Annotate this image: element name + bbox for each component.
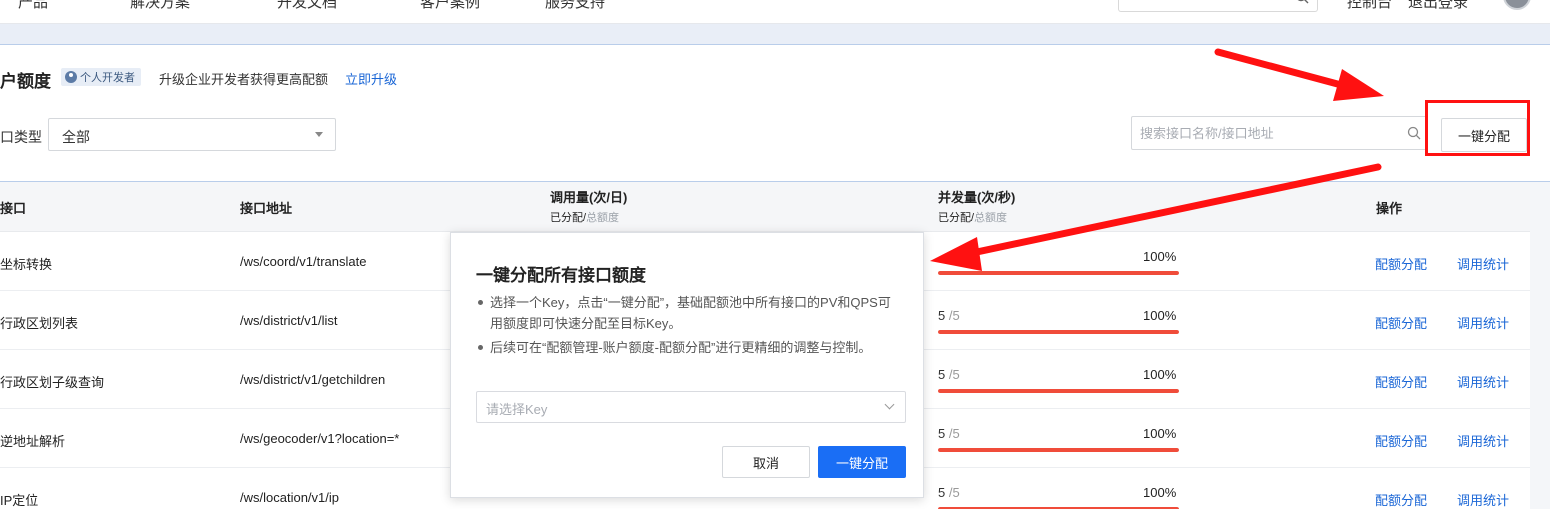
api-name: IP定位: [0, 493, 39, 508]
quota-count: 5 /5: [938, 485, 960, 500]
calls-sub-allocated: 已分配/: [550, 212, 587, 224]
quota-total: /5: [948, 308, 960, 323]
allocate-link[interactable]: 配额分配: [1375, 313, 1427, 332]
upgrade-hint: 升级企业开发者获得更高配额: [159, 72, 329, 87]
quota-percent: 100%: [1143, 308, 1177, 323]
quota-progress-bar: [938, 389, 1179, 393]
annotation-highlight-box: [1425, 100, 1530, 156]
api-type-value: 全部: [62, 129, 90, 145]
quota-progress-fill: [938, 448, 1179, 452]
top-navigation: 产品 解决方案 开发文档 客户案例 服务支持 控制台 退出登录: [0, 0, 1550, 24]
api-address: /ws/district/v1/list: [240, 313, 338, 328]
quota-progress-bar: [938, 330, 1179, 334]
allocate-link[interactable]: 配额分配: [1375, 372, 1427, 391]
api-search-input[interactable]: [1140, 124, 1400, 142]
cancel-button[interactable]: 取消: [722, 446, 810, 478]
chevron-down-icon: [884, 399, 895, 410]
nav-item-docs[interactable]: 开发文档: [277, 0, 337, 12]
allocate-link[interactable]: 配额分配: [1375, 431, 1427, 450]
confirm-allocate-button[interactable]: 一键分配: [818, 446, 906, 478]
upgrade-link[interactable]: 立即升级: [345, 69, 397, 88]
nav-item-support[interactable]: 服务支持: [545, 0, 605, 12]
header-conc-sub: 已分配/总额度: [938, 209, 1007, 225]
api-address: /ws/coord/v1/translate: [240, 254, 367, 269]
quota-allocated: 5: [938, 308, 946, 323]
user-icon: [65, 71, 77, 83]
quota-percent: 100%: [1143, 367, 1177, 382]
logout-link[interactable]: 退出登录: [1408, 0, 1468, 12]
header-ops: 操作: [1376, 201, 1403, 216]
stats-link[interactable]: 调用统计: [1457, 254, 1509, 273]
table-header: 接口 接口地址 调用量(次/日) 已分配/总额度 并发量(次/秒) 已分配/总额…: [0, 182, 1530, 232]
quota-allocated: 5: [938, 485, 946, 500]
avatar[interactable]: [1503, 0, 1531, 10]
quota-allocated: 5: [938, 426, 946, 441]
header-calls: 调用量(次/日): [550, 190, 628, 205]
nav-item-solutions[interactable]: 解决方案: [130, 0, 190, 12]
quota-progress-bar: [938, 448, 1179, 452]
stats-link[interactable]: 调用统计: [1457, 431, 1509, 450]
allocate-link[interactable]: 配额分配: [1375, 254, 1427, 273]
api-name: 行政区划子级查询: [0, 375, 105, 390]
global-search-input[interactable]: [1118, 0, 1318, 12]
quota-percent: 100%: [1143, 249, 1177, 264]
page-background-band: [0, 24, 1550, 44]
search-icon[interactable]: [1407, 126, 1421, 140]
quota-count: 5 /5: [938, 426, 960, 441]
stats-link[interactable]: 调用统计: [1457, 372, 1509, 391]
quota-card: 户额度 个人开发者 升级企业开发者获得更高配额 立即升级 口类型 全部 一键分配: [0, 44, 1550, 182]
api-name: 逆地址解析: [0, 434, 66, 449]
quota-progress-bar: [938, 271, 1179, 275]
page-title: 户额度: [0, 72, 51, 91]
dialog-hint-1: 选择一个Key，点击“一键分配”，基础配额池中所有接口的PV和QPS可用额度即可…: [476, 292, 896, 334]
allocate-link[interactable]: 配额分配: [1375, 490, 1427, 509]
nav-item-cases[interactable]: 客户案例: [420, 0, 480, 12]
api-name: 坐标转换: [0, 257, 53, 272]
caret-down-icon: [315, 132, 323, 137]
dialog-title: 一键分配所有接口额度: [476, 266, 646, 285]
conc-sub-total: 总额度: [974, 212, 1008, 224]
api-address: /ws/geocoder/v1?location=*: [240, 431, 400, 446]
quota-count: 5 /5: [938, 367, 960, 382]
one-click-allocate-dialog: 一键分配所有接口额度 选择一个Key，点击“一键分配”，基础配额池中所有接口的P…: [450, 232, 924, 498]
developer-badge-label: 个人开发者: [80, 72, 135, 84]
quota-percent: 100%: [1143, 426, 1177, 441]
header-api: 接口: [0, 201, 27, 216]
console-link[interactable]: 控制台: [1347, 0, 1392, 12]
quota-allocated: 5: [938, 367, 946, 382]
key-select[interactable]: 请选择Key: [476, 391, 906, 423]
api-type-select[interactable]: 全部: [48, 118, 336, 151]
calls-sub-total: 总额度: [586, 212, 620, 224]
quota-progress-fill: [938, 389, 1179, 393]
api-address: /ws/location/v1/ip: [240, 490, 339, 505]
key-select-placeholder: 请选择Key: [486, 402, 548, 417]
dialog-hint-2: 后续可在“配额管理-账户额度-配额分配”进行更精细的调整与控制。: [476, 337, 896, 358]
api-name: 行政区划列表: [0, 316, 79, 331]
api-type-label: 口类型: [0, 129, 42, 145]
header-address: 接口地址: [240, 201, 293, 216]
stats-link[interactable]: 调用统计: [1457, 313, 1509, 332]
quota-total: /5: [948, 485, 960, 500]
search-icon[interactable]: [1295, 0, 1309, 4]
quota-total: /5: [948, 426, 960, 441]
quota-count: 5 /5: [938, 308, 960, 323]
developer-badge: 个人开发者: [61, 68, 141, 86]
nav-item-products[interactable]: 产品: [18, 0, 48, 12]
api-address: /ws/district/v1/getchildren: [240, 372, 386, 387]
quota-total: /5: [948, 367, 960, 382]
stats-link[interactable]: 调用统计: [1457, 490, 1509, 509]
header-concurrency: 并发量(次/秒): [938, 190, 1016, 205]
quota-progress-fill: [938, 271, 1179, 275]
header-calls-sub: 已分配/总额度: [550, 209, 619, 225]
quota-percent: 100%: [1143, 485, 1177, 500]
quota-progress-fill: [938, 330, 1179, 334]
api-search-field[interactable]: [1131, 116, 1428, 150]
conc-sub-allocated: 已分配/: [938, 212, 975, 224]
